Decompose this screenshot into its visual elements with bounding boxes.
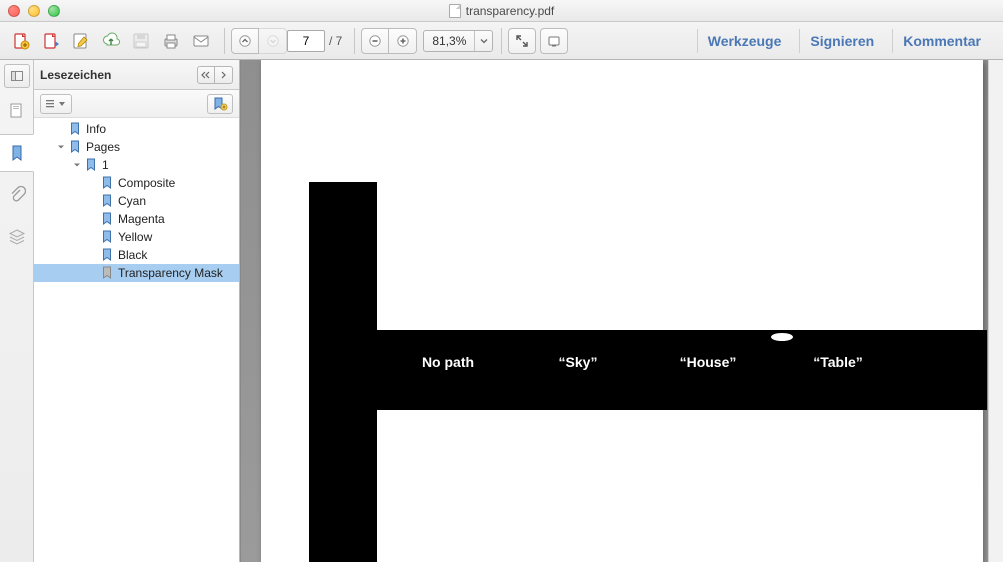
- zoom-in-button[interactable]: [389, 28, 417, 54]
- page-total-label: / 7: [325, 34, 346, 48]
- pdf-page: No path“Sky”“House”“Table”: [261, 60, 983, 562]
- bookmark-node[interactable]: Pages: [34, 138, 239, 156]
- page-art-blob: [771, 333, 793, 341]
- chevron-down-icon: [474, 31, 492, 51]
- disclosure-triangle-icon[interactable]: [72, 160, 82, 170]
- bookmark-label: Transparency Mask: [118, 266, 223, 280]
- page-art-horizontal: [377, 330, 987, 410]
- bookmark-icon: [68, 140, 82, 154]
- thumbnails-tab[interactable]: [0, 92, 34, 130]
- fit-page-button[interactable]: [508, 28, 536, 54]
- edit-button[interactable]: [66, 28, 96, 54]
- bookmarks-tab[interactable]: [0, 134, 34, 172]
- bookmark-icon: [100, 194, 114, 208]
- save-button[interactable]: [126, 28, 156, 54]
- window-title: transparency.pdf: [466, 4, 555, 18]
- bookmark-node[interactable]: Transparency Mask: [34, 264, 239, 282]
- page-art-labels: No path“Sky”“House”“Table”: [377, 354, 983, 370]
- sidebar-expand-button[interactable]: [215, 66, 233, 84]
- sign-panel-toggle[interactable]: Signieren: [799, 29, 884, 53]
- page-label: No path: [383, 354, 513, 370]
- layers-tab[interactable]: [0, 218, 34, 256]
- bookmark-node[interactable]: Info: [34, 120, 239, 138]
- zoom-level-label: 81,3%: [424, 34, 474, 48]
- window-close-button[interactable]: [8, 5, 20, 17]
- print-button[interactable]: [156, 28, 186, 54]
- bookmarks-sidebar: Lesezeichen Info Pages 1 Composite Cyan Magen…: [34, 60, 240, 562]
- bookmark-node[interactable]: Black: [34, 246, 239, 264]
- bookmark-label: Magenta: [118, 212, 165, 226]
- collapse-sidebar-button[interactable]: [4, 64, 30, 88]
- vertical-scrollbar[interactable]: [988, 60, 1003, 562]
- page-art-vertical: [309, 182, 377, 562]
- bookmark-label: Pages: [86, 140, 120, 154]
- page-label: “Table”: [773, 354, 903, 370]
- bookmark-icon: [100, 266, 114, 280]
- main-toolbar: / 7 81,3% Werkzeuge Signieren Kommentar: [0, 22, 1003, 60]
- bookmark-node[interactable]: Magenta: [34, 210, 239, 228]
- document-viewport[interactable]: No path“Sky”“House”“Table”: [240, 60, 1003, 562]
- zoom-level-select[interactable]: 81,3%: [423, 30, 493, 52]
- bookmark-label: Composite: [118, 176, 175, 190]
- bookmark-icon: [84, 158, 98, 172]
- bookmark-label: Yellow: [118, 230, 152, 244]
- export-pdf-button[interactable]: [36, 28, 66, 54]
- create-pdf-button[interactable]: [6, 28, 36, 54]
- attachments-tab[interactable]: [0, 176, 34, 214]
- bookmark-options-button[interactable]: [40, 94, 72, 114]
- bookmark-icon: [100, 176, 114, 190]
- comment-panel-toggle[interactable]: Kommentar: [892, 29, 991, 53]
- bookmark-label: 1: [102, 158, 109, 172]
- bookmark-icon: [100, 248, 114, 262]
- new-bookmark-button[interactable]: [207, 94, 233, 114]
- navigation-rail: [0, 60, 34, 562]
- bookmark-label: Black: [118, 248, 147, 262]
- page-number-input[interactable]: [287, 30, 325, 52]
- bookmark-icon: [68, 122, 82, 136]
- disclosure-triangle-icon[interactable]: [56, 142, 66, 152]
- email-button[interactable]: [186, 28, 216, 54]
- tools-panel-toggle[interactable]: Werkzeuge: [697, 29, 792, 53]
- bookmark-node[interactable]: Cyan: [34, 192, 239, 210]
- page-down-button[interactable]: [259, 28, 287, 54]
- bookmark-icon: [100, 212, 114, 226]
- bookmarks-tree[interactable]: Info Pages 1 Composite Cyan Magenta Yellow Blac…: [34, 118, 239, 562]
- window-zoom-button[interactable]: [48, 5, 60, 17]
- bookmark-icon: [100, 230, 114, 244]
- document-icon: [449, 4, 461, 18]
- bookmark-node[interactable]: Yellow: [34, 228, 239, 246]
- window-minimize-button[interactable]: [28, 5, 40, 17]
- page-label: “House”: [643, 354, 773, 370]
- bookmark-node[interactable]: Composite: [34, 174, 239, 192]
- sidebar-title: Lesezeichen: [40, 68, 197, 82]
- window-titlebar: transparency.pdf: [0, 0, 1003, 22]
- page-label: “Sky”: [513, 354, 643, 370]
- cloud-upload-button[interactable]: [96, 28, 126, 54]
- sidebar-collapse-button[interactable]: [197, 66, 215, 84]
- page-up-button[interactable]: [231, 28, 259, 54]
- bookmark-label: Cyan: [118, 194, 146, 208]
- zoom-out-button[interactable]: [361, 28, 389, 54]
- read-mode-button[interactable]: [540, 28, 568, 54]
- bookmark-node[interactable]: 1: [34, 156, 239, 174]
- bookmark-label: Info: [86, 122, 106, 136]
